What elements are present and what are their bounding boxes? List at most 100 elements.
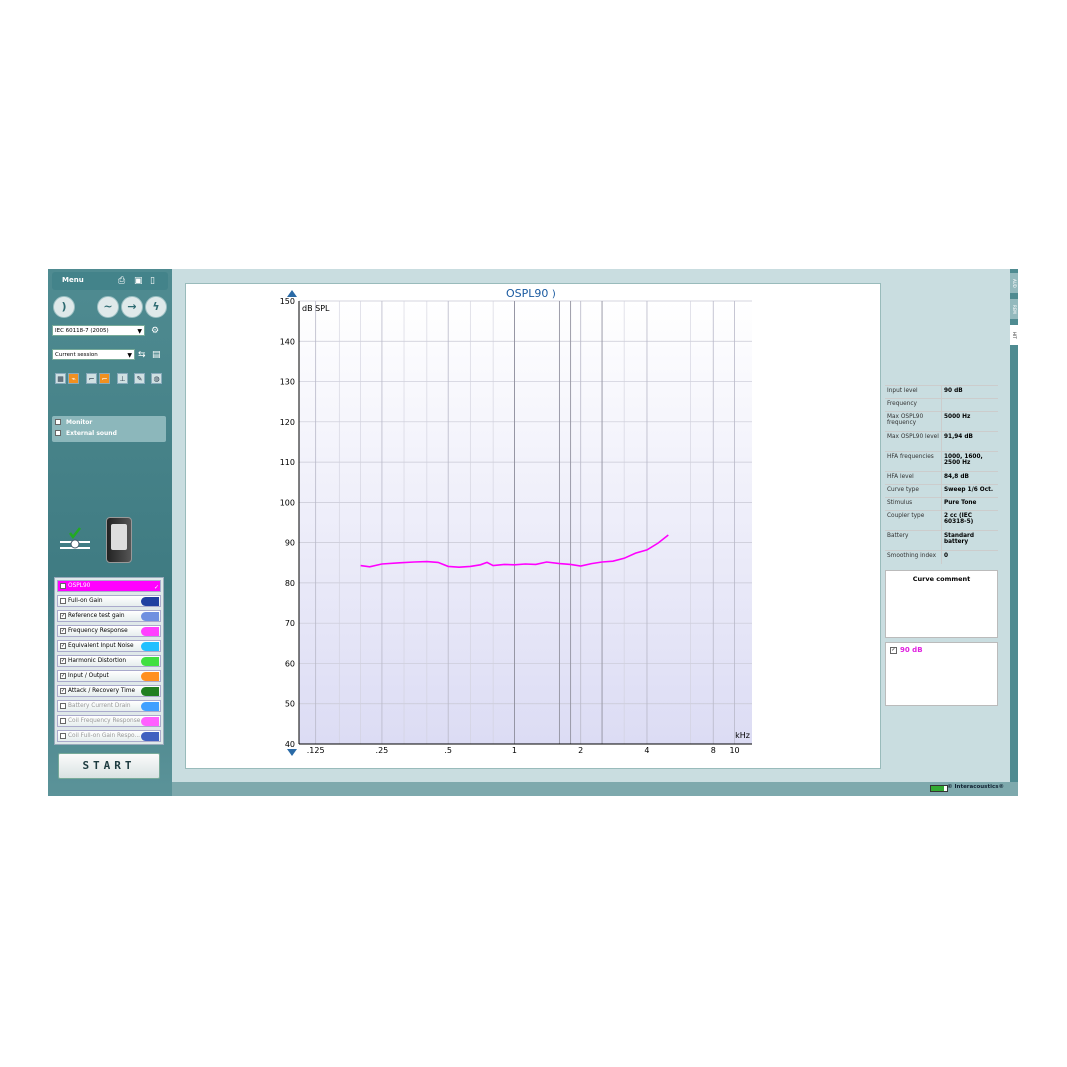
- ear-icon[interactable]: ): [53, 296, 75, 318]
- test-item[interactable]: Full-on Gain: [57, 595, 161, 607]
- info-row: Battery Standard battery: [885, 530, 998, 551]
- y-tick-label: 130: [280, 378, 295, 387]
- arrow-right-icon[interactable]: →: [121, 296, 143, 318]
- info-key: HFA frequencies: [887, 454, 934, 460]
- y-tick-label: 150: [280, 297, 295, 306]
- info-divider: [941, 531, 942, 551]
- test-checkbox[interactable]: [60, 733, 66, 739]
- info-row: Smoothing index 0: [885, 550, 998, 564]
- test-item[interactable]: ✓ Attack / Recovery Time: [57, 685, 161, 697]
- tab-aud[interactable]: AUD: [1010, 273, 1018, 293]
- y-tick-label: 50: [285, 700, 295, 709]
- test-label: Frequency Response: [68, 628, 128, 634]
- legend-box: ✓ 90 dB: [885, 642, 998, 706]
- info-key: Battery: [887, 533, 909, 539]
- test-checkbox[interactable]: ✓: [60, 628, 66, 634]
- info-value: 5000 Hz: [944, 414, 971, 420]
- comment-icon[interactable]: ✎: [134, 373, 145, 384]
- info-row: Input level 90 dB: [885, 385, 998, 399]
- test-color-swatch: [141, 717, 159, 726]
- save-icon[interactable]: ▣: [134, 276, 143, 286]
- y-tick-label: 90: [285, 539, 295, 548]
- test-label: Full-on Gain: [68, 598, 103, 604]
- info-row: Frequency: [885, 398, 998, 412]
- info-row: Coupler type 2 cc (IEC 60318-5): [885, 510, 998, 531]
- test-color-swatch: [141, 672, 159, 681]
- session-compare-icon[interactable]: ⇆: [138, 350, 146, 360]
- tab-rem[interactable]: REM: [1010, 299, 1018, 319]
- sweep-icon[interactable]: ~: [97, 296, 119, 318]
- menu-button[interactable]: Menu: [62, 276, 84, 284]
- lightning-icon[interactable]: ϟ: [145, 296, 167, 318]
- cursor-active-icon[interactable]: ⌐: [99, 373, 110, 384]
- standard-select-value: IEC 60118-7 (2005): [55, 328, 109, 334]
- test-label: Attack / Recovery Time: [68, 688, 136, 694]
- x-tick-label: .5: [444, 746, 452, 755]
- x-axis-label: kHz: [735, 731, 750, 740]
- exit-icon[interactable]: ▯: [150, 276, 155, 286]
- battery-icon: [930, 785, 948, 792]
- session-list-icon[interactable]: ▤: [152, 350, 161, 360]
- test-item[interactable]: ✓ Equivalent Input Noise: [57, 640, 161, 652]
- test-item[interactable]: ✓ Frequency Response: [57, 625, 161, 637]
- test-checkbox[interactable]: [60, 583, 66, 589]
- plot-area: [299, 301, 752, 744]
- y-tick-label: 70: [285, 619, 295, 628]
- monitor-checkbox[interactable]: [55, 419, 61, 425]
- globe-icon[interactable]: ◍: [151, 373, 162, 384]
- cursor-icon[interactable]: ⌐: [86, 373, 97, 384]
- test-checkbox[interactable]: ✓: [60, 688, 66, 694]
- hearing-aid-device-icon: [106, 517, 132, 563]
- session-select-value: Current session: [55, 352, 98, 358]
- test-checkbox[interactable]: ✓: [60, 673, 66, 679]
- scroll-down-icon[interactable]: [287, 749, 297, 756]
- start-button[interactable]: START: [58, 753, 160, 779]
- test-checkbox[interactable]: ✓: [60, 643, 66, 649]
- monitor-group: Monitor External sound: [52, 416, 166, 442]
- curve-view-icon[interactable]: ⌁: [68, 373, 79, 384]
- info-row: HFA frequencies 1000, 1600, 2500 Hz: [885, 451, 998, 472]
- info-row: Curve type Sweep 1/6 Oct.: [885, 484, 998, 498]
- legend-checkbox[interactable]: ✓: [890, 647, 897, 654]
- external-sound-checkbox[interactable]: [55, 430, 61, 436]
- test-item[interactable]: OSPL90 ✓: [57, 580, 161, 592]
- test-color-swatch: [141, 732, 159, 741]
- info-value: 84,8 dB: [944, 474, 969, 480]
- y-tick-label: 120: [280, 418, 295, 427]
- test-checkbox[interactable]: [60, 598, 66, 604]
- print-icon[interactable]: ⎙: [118, 276, 125, 286]
- tab-hit[interactable]: HIT: [1010, 325, 1018, 345]
- test-checkbox[interactable]: [60, 718, 66, 724]
- test-item[interactable]: Coil Full-on Gain Respo...: [57, 730, 161, 742]
- curve-comment-title: Curve comment: [912, 575, 971, 583]
- test-item[interactable]: ✓ Harmonic Distortion: [57, 655, 161, 667]
- ospl90-chart[interactable]: 405060708090100110120130140150.125.25.5 1…: [186, 284, 880, 768]
- test-item[interactable]: ✓ Input / Output: [57, 670, 161, 682]
- test-checkbox[interactable]: [60, 703, 66, 709]
- external-sound-label: External sound: [66, 430, 117, 437]
- y-tick-label: 110: [280, 458, 295, 467]
- test-item[interactable]: ✓ Reference test gain: [57, 610, 161, 622]
- hearing-aid-status-icon: [58, 527, 92, 557]
- test-label: Reference test gain: [68, 613, 125, 619]
- standard-select[interactable]: IEC 60118-7 (2005) ▼: [52, 325, 145, 336]
- test-item[interactable]: Coil Frequency Response: [57, 715, 161, 727]
- scroll-up-icon[interactable]: [287, 290, 297, 297]
- table-view-icon[interactable]: ▦: [55, 373, 66, 384]
- y-axis-label: dB SPL: [302, 304, 330, 313]
- test-label: Harmonic Distortion: [68, 658, 127, 664]
- brand-label: © Interacoustics®: [947, 784, 1004, 790]
- y-tick-label: 40: [285, 740, 295, 749]
- curve-comment-box[interactable]: Curve comment: [885, 570, 998, 638]
- test-item[interactable]: Battery Current Drain: [57, 700, 161, 712]
- test-checkbox[interactable]: ✓: [60, 658, 66, 664]
- gear-icon[interactable]: ⚙: [151, 326, 159, 336]
- session-select[interactable]: Current session ▼: [52, 349, 135, 360]
- grid-lines-icon[interactable]: ⊥: [117, 373, 128, 384]
- info-table: Input level 90 dB Frequency Max OSPL90 freq…: [885, 385, 998, 567]
- info-value: 2 cc (IEC 60318-5): [944, 513, 974, 525]
- info-row: Stimulus Pure Tone: [885, 497, 998, 511]
- test-checkbox[interactable]: ✓: [60, 613, 66, 619]
- info-key: Curve type: [887, 487, 919, 493]
- test-list: OSPL90 ✓ Full-on Gain ✓ Reference test gain ✓…: [54, 577, 164, 745]
